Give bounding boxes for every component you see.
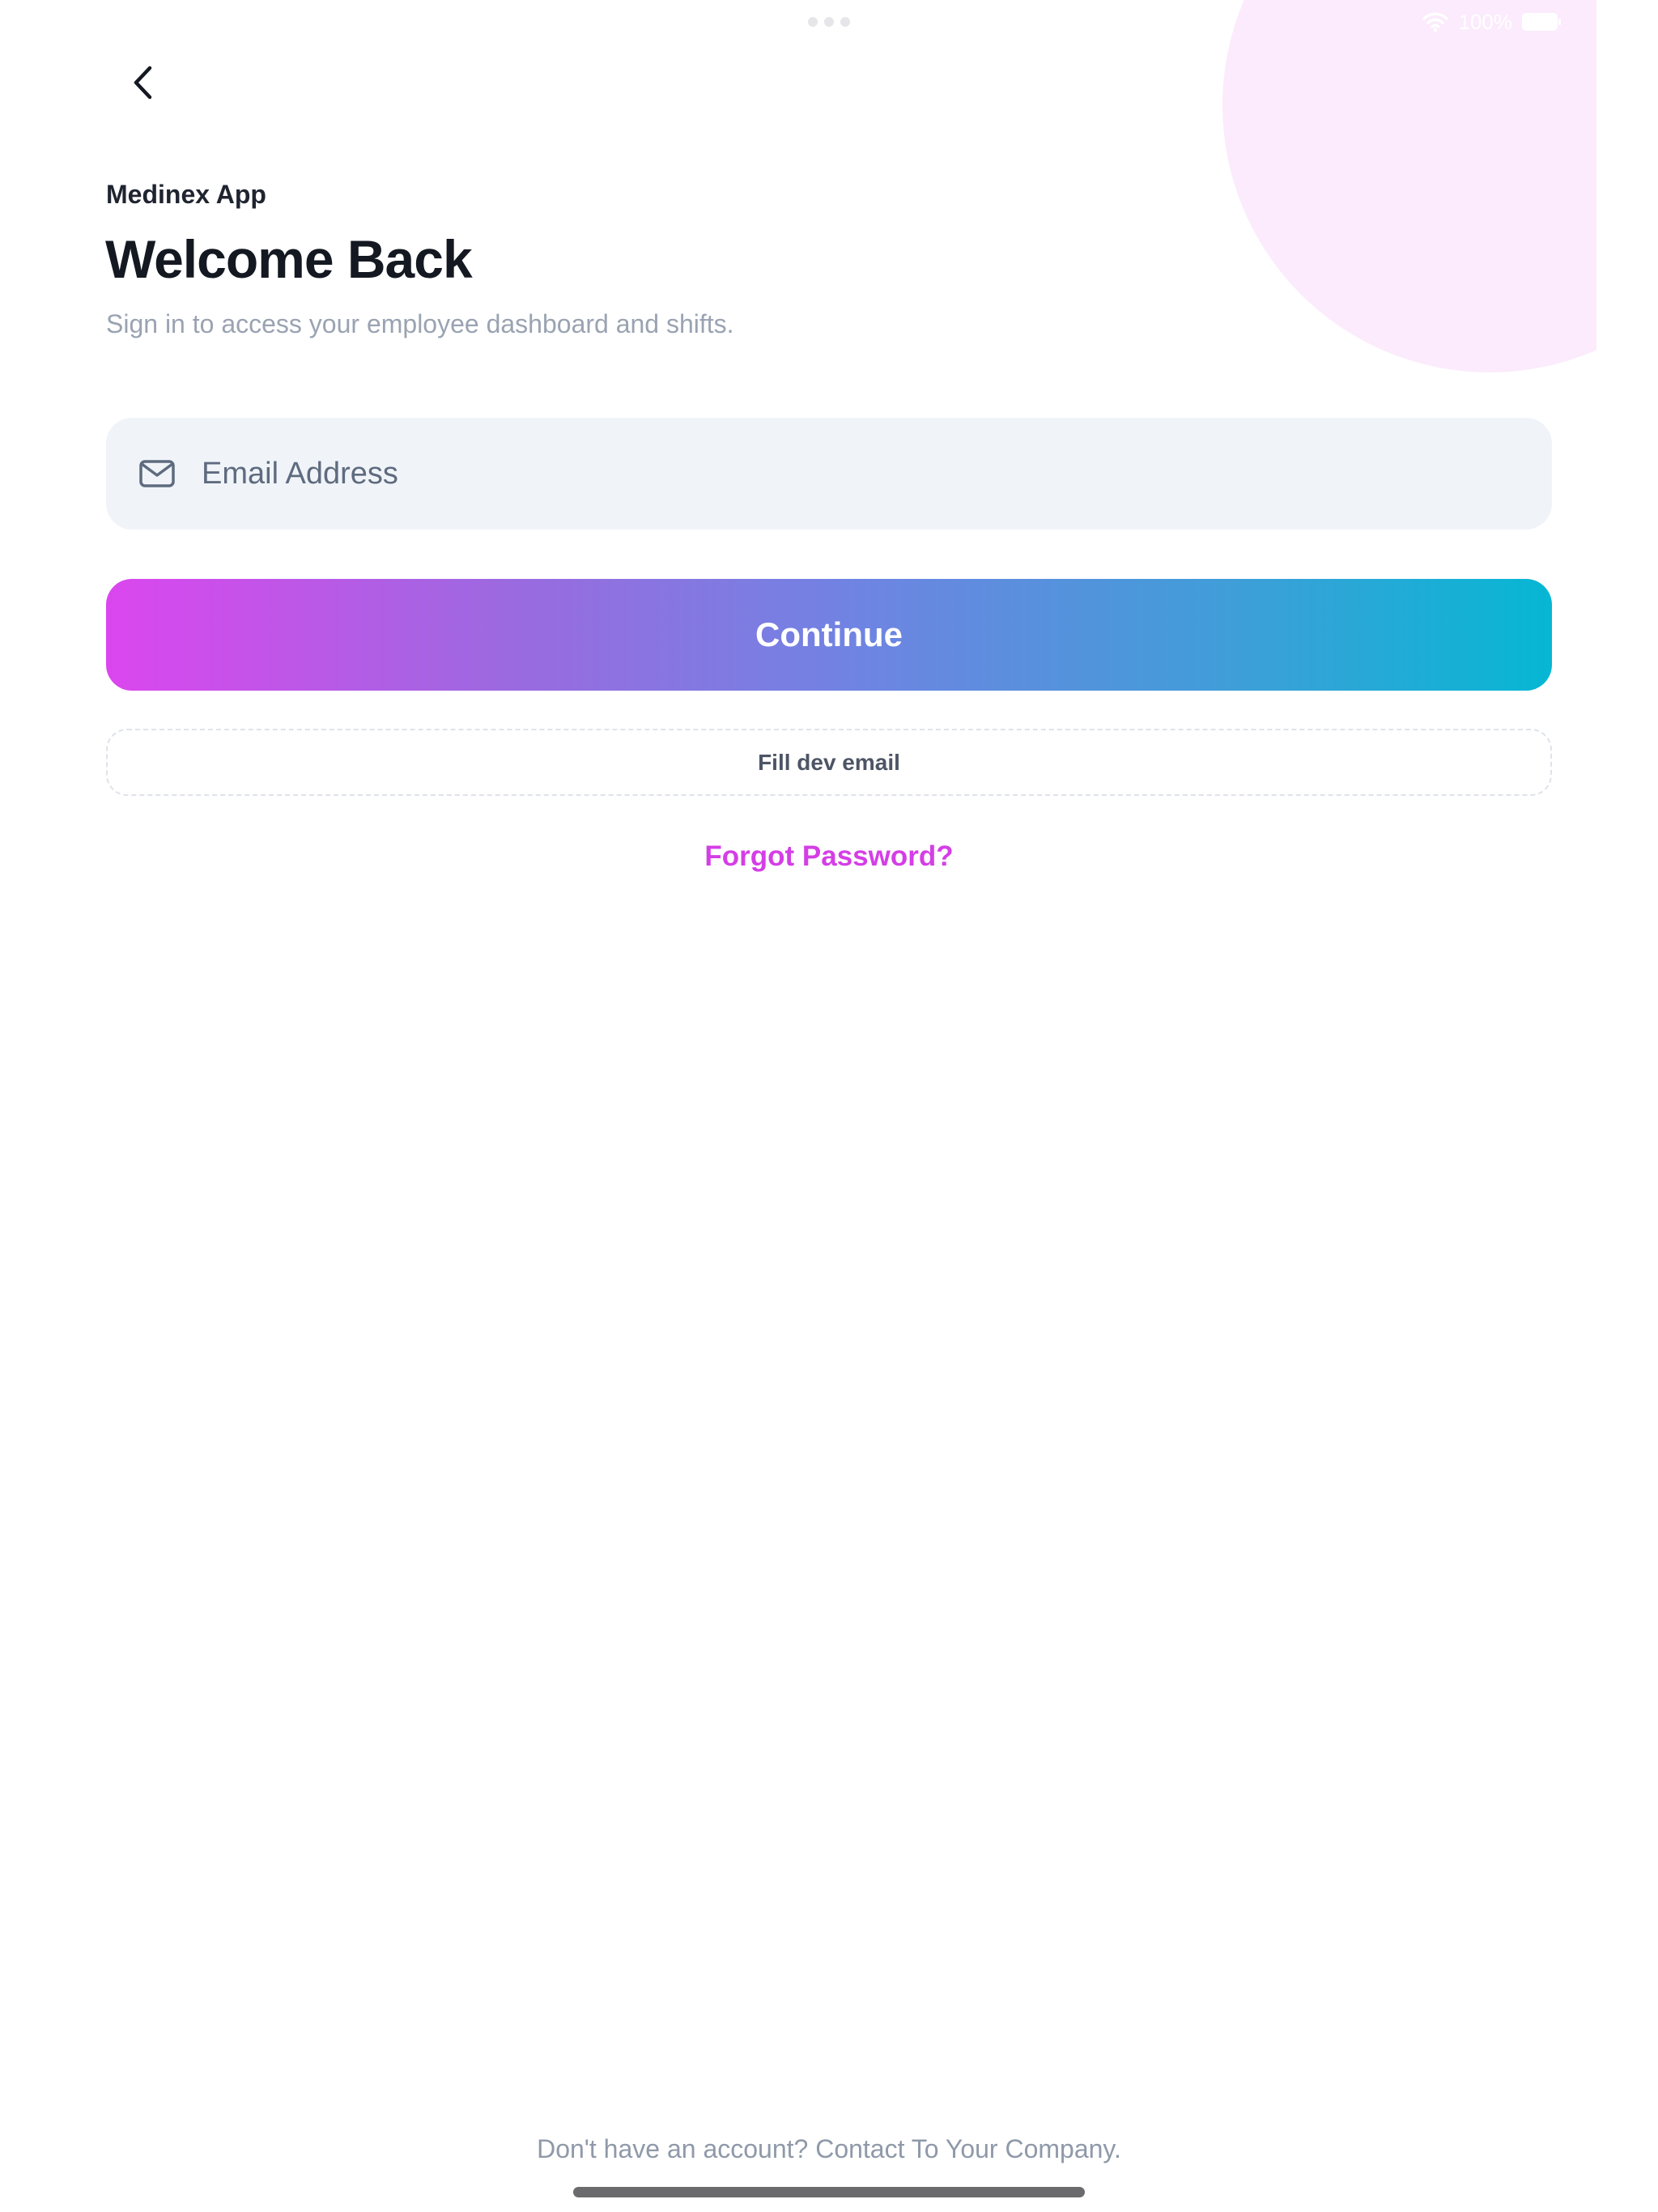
multitasking-dot xyxy=(824,17,834,27)
status-bar-right: 100% xyxy=(1422,8,1561,36)
forgot-password-link[interactable]: Forgot Password? xyxy=(0,840,1658,873)
home-indicator[interactable] xyxy=(573,2187,1085,2197)
multitasking-indicator[interactable] xyxy=(808,16,850,28)
footer-contact-text: Don't have an account? Contact To Your C… xyxy=(537,2134,1121,2163)
page-subtitle: Sign in to access your employee dashboar… xyxy=(106,309,734,338)
continue-button[interactable]: Continue xyxy=(106,579,1552,691)
decorative-edge xyxy=(1596,0,1658,2212)
mail-icon xyxy=(139,460,175,487)
multitasking-dot xyxy=(808,17,818,27)
app-name: Medinex App xyxy=(106,180,266,209)
wifi-icon xyxy=(1422,12,1448,32)
back-button[interactable] xyxy=(121,58,164,107)
email-input[interactable] xyxy=(200,432,1552,515)
decorative-circle xyxy=(1222,0,1658,372)
fill-dev-email-button[interactable]: Fill dev email xyxy=(106,729,1552,796)
page-title: Welcome Back xyxy=(105,229,473,289)
battery-icon xyxy=(1522,13,1561,31)
email-field[interactable] xyxy=(106,418,1552,530)
chevron-left-icon xyxy=(134,66,152,100)
login-screen: 100% Medinex App Welcome Back Sign in to… xyxy=(0,0,1658,2212)
battery-percentage: 100% xyxy=(1458,9,1513,34)
multitasking-dot xyxy=(840,17,850,27)
